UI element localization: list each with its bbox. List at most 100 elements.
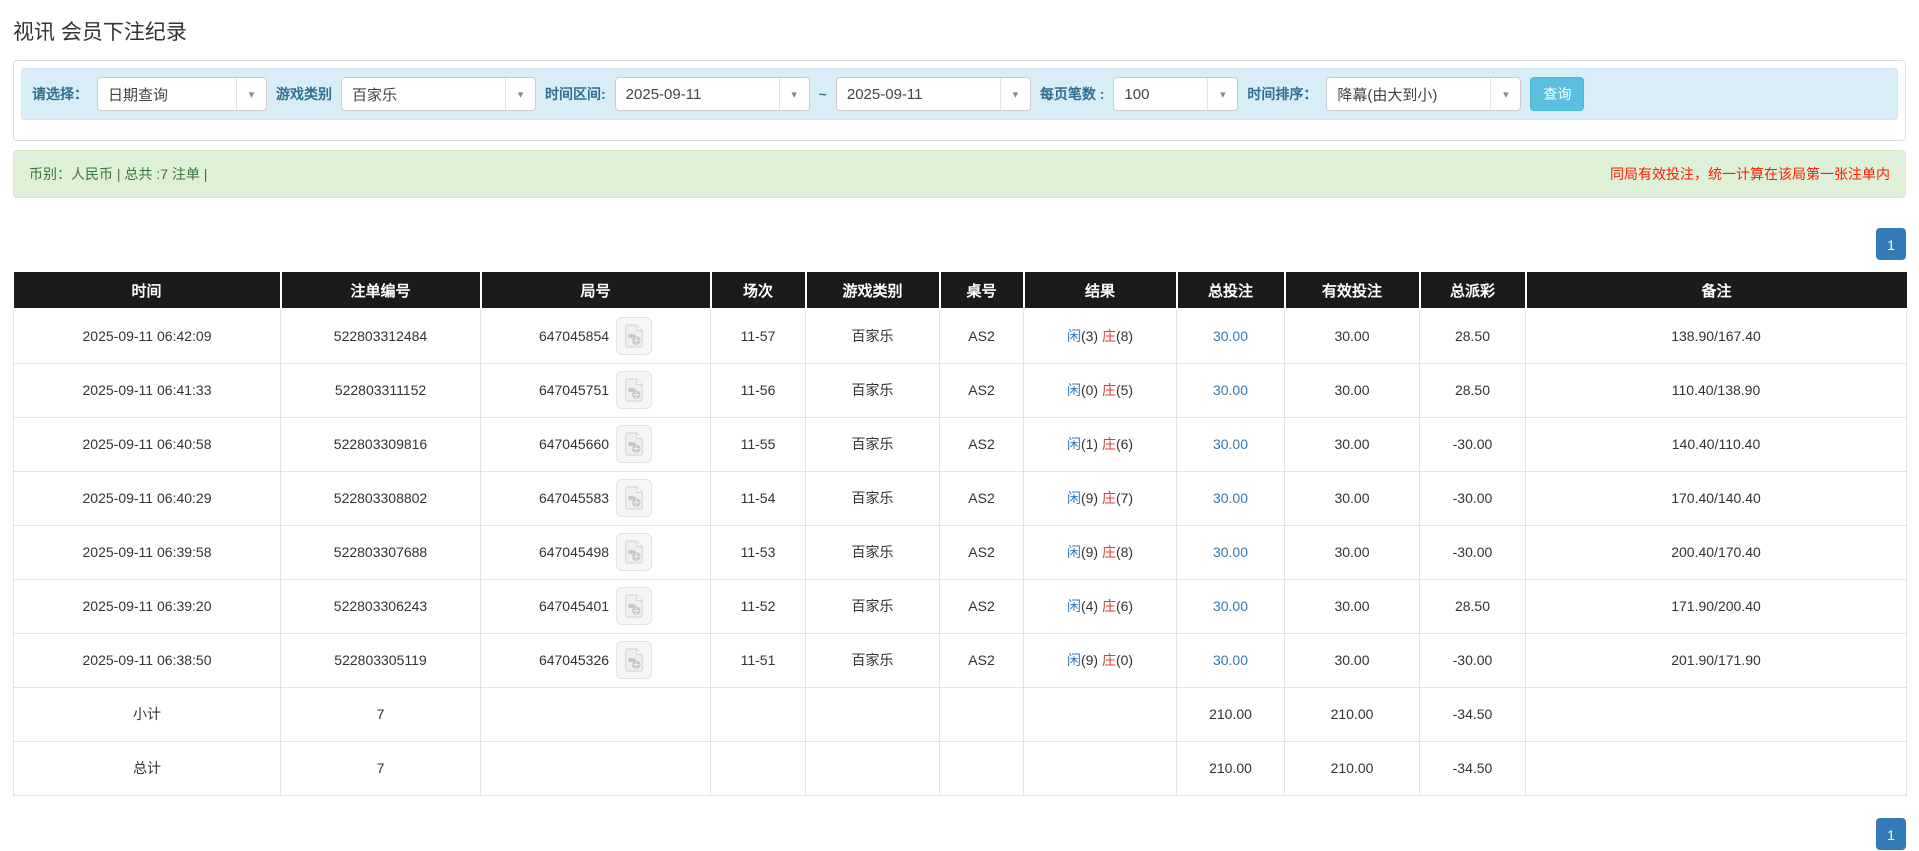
cell-bet-id: 522803306243 [280,578,481,634]
chevron-down-icon[interactable]: ▾ [505,78,535,110]
cell-bet-id: 522803305119 [280,632,481,688]
result-player-label: 闲 [1066,436,1081,452]
cell-valid-bet: 30.00 [1284,632,1420,688]
cell-remark: 200.40/170.40 [1525,524,1907,580]
total-remark [1525,740,1907,796]
cell-session: 11-57 [710,308,806,364]
total-session [710,740,806,796]
date-to-value: 2025-09-11 [846,85,923,103]
subtotal-round [480,686,711,742]
total-bet-link[interactable]: 30.00 [1213,652,1248,668]
cell-valid-bet: 30.00 [1284,362,1420,418]
cell-bet-id: 522803307688 [280,524,481,580]
page-size-select[interactable]: 100 ▾ [1113,77,1239,111]
chevron-down-icon[interactable]: ▾ [1207,78,1237,110]
total-bet-link[interactable]: 30.00 [1213,490,1248,506]
cell-session: 11-56 [710,362,806,418]
cell-total-bet: 30.00 [1176,308,1285,364]
video-file-icon [625,324,643,348]
column-header-9: 总派彩 [1419,272,1527,310]
cell-valid-bet: 30.00 [1284,578,1420,634]
round-id-text: 647045498 [538,544,610,560]
filter-panel: 请选择： 日期查询 ▾ 游戏类别 百家乐 ▾ 时间区间: 2025-09-11 … [13,60,1906,141]
cell-session: 11-51 [710,632,806,688]
video-replay-button[interactable] [616,533,653,571]
cell-game-type: 百家乐 [805,416,940,472]
cell-round-id: 647045660 [480,416,711,472]
search-button[interactable]: 查询 [1530,77,1585,111]
table-row: 2025-09-11 06:40:58 522803309816 647045660… [13,416,1907,472]
cell-round-id: 647045583 [480,470,711,526]
cell-table-no: AS2 [939,470,1024,526]
result-banker-value: (0) [1115,652,1134,668]
subtotal-payout: -34.50 [1419,686,1526,742]
result-player-label: 闲 [1066,598,1081,614]
total-bet-link[interactable]: 30.00 [1213,598,1248,614]
video-replay-button[interactable] [616,371,653,409]
cell-bet-id: 522803312484 [280,308,481,364]
cell-table-no: AS2 [939,578,1024,634]
bet-records-table: 时间 注单编号 局号 场次 游戏类别 桌号 结果 总投注 有效投注 总派彩 备注 2025-09-1… [13,272,1907,796]
chevron-down-icon[interactable]: ▾ [999,78,1030,110]
game-type-select[interactable]: 百家乐 ▾ [341,77,536,111]
cell-time: 2025-09-11 06:38:50 [13,632,281,688]
cell-payout: 28.50 [1419,578,1526,634]
subtotal-label: 小计 [13,686,281,742]
cell-session: 11-54 [710,470,806,526]
pagination-top: 1 [13,228,1906,260]
video-replay-button[interactable] [616,587,653,625]
result-banker-value: (7) [1115,490,1134,506]
cell-total-bet: 30.00 [1176,362,1285,418]
column-header-7: 总投注 [1176,272,1286,310]
video-replay-button[interactable] [616,425,653,463]
cell-session: 11-55 [710,416,806,472]
total-bet-link[interactable]: 30.00 [1213,436,1248,452]
date-range-label: 时间区间: [545,86,606,102]
result-banker-label: 庄 [1101,382,1116,398]
video-replay-button[interactable] [616,641,653,679]
round-id-text: 647045401 [538,598,610,614]
chevron-down-icon[interactable]: ▾ [236,78,266,110]
total-label: 总计 [13,740,281,796]
total-bet-link[interactable]: 30.00 [1213,382,1248,398]
chevron-down-icon[interactable]: ▾ [1490,78,1520,110]
video-file-icon [625,432,643,456]
chevron-down-icon[interactable]: ▾ [778,78,809,110]
total-bet-link[interactable]: 30.00 [1213,544,1248,560]
total-valid-bet: 210.00 [1284,740,1420,796]
date-to-select[interactable]: 2025-09-11 ▾ [835,77,1031,111]
cell-table-no: AS2 [939,416,1024,472]
page-button-1[interactable]: 1 [1876,228,1906,260]
query-type-select[interactable]: 日期查询 ▾ [97,77,267,111]
video-file-icon [625,378,643,402]
subtotal-valid-bet: 210.00 [1284,686,1420,742]
cell-result: 闲(4) 庄(6) [1023,578,1177,634]
date-from-select[interactable]: 2025-09-11 ▾ [614,77,810,111]
cell-payout: -30.00 [1419,470,1526,526]
total-bet-link[interactable]: 30.00 [1213,328,1248,344]
cell-remark: 201.90/171.90 [1525,632,1907,688]
query-type-label: 请选择： [32,86,88,102]
result-player-value: (0) [1080,382,1102,398]
game-type-label: 游戏类别 [276,86,332,102]
result-player-label: 闲 [1066,652,1081,668]
cell-result: 闲(0) 庄(5) [1023,362,1177,418]
column-header-6: 结果 [1023,272,1178,310]
cell-result: 闲(1) 庄(6) [1023,416,1177,472]
time-sort-value: 降幕(由大到小) [1337,86,1438,104]
round-id-text: 647045660 [538,436,610,452]
result-banker-label: 庄 [1101,436,1116,452]
video-replay-button[interactable] [616,479,653,517]
cell-bet-id: 522803309816 [280,416,481,472]
cell-round-id: 647045854 [480,308,711,364]
page-button-1[interactable]: 1 [1876,817,1906,850]
cell-round-id: 647045401 [480,578,711,634]
column-header-1: 注单编号 [280,272,482,310]
cell-result: 闲(9) 庄(0) [1023,632,1177,688]
result-player-value: (3) [1080,328,1102,345]
cell-game-type: 百家乐 [805,470,940,526]
table-row: 2025-09-11 06:39:20 522803306243 647045401… [13,578,1907,634]
cell-valid-bet: 30.00 [1284,416,1420,472]
video-replay-button[interactable] [616,317,653,356]
time-sort-select[interactable]: 降幕(由大到小) ▾ [1326,77,1522,111]
